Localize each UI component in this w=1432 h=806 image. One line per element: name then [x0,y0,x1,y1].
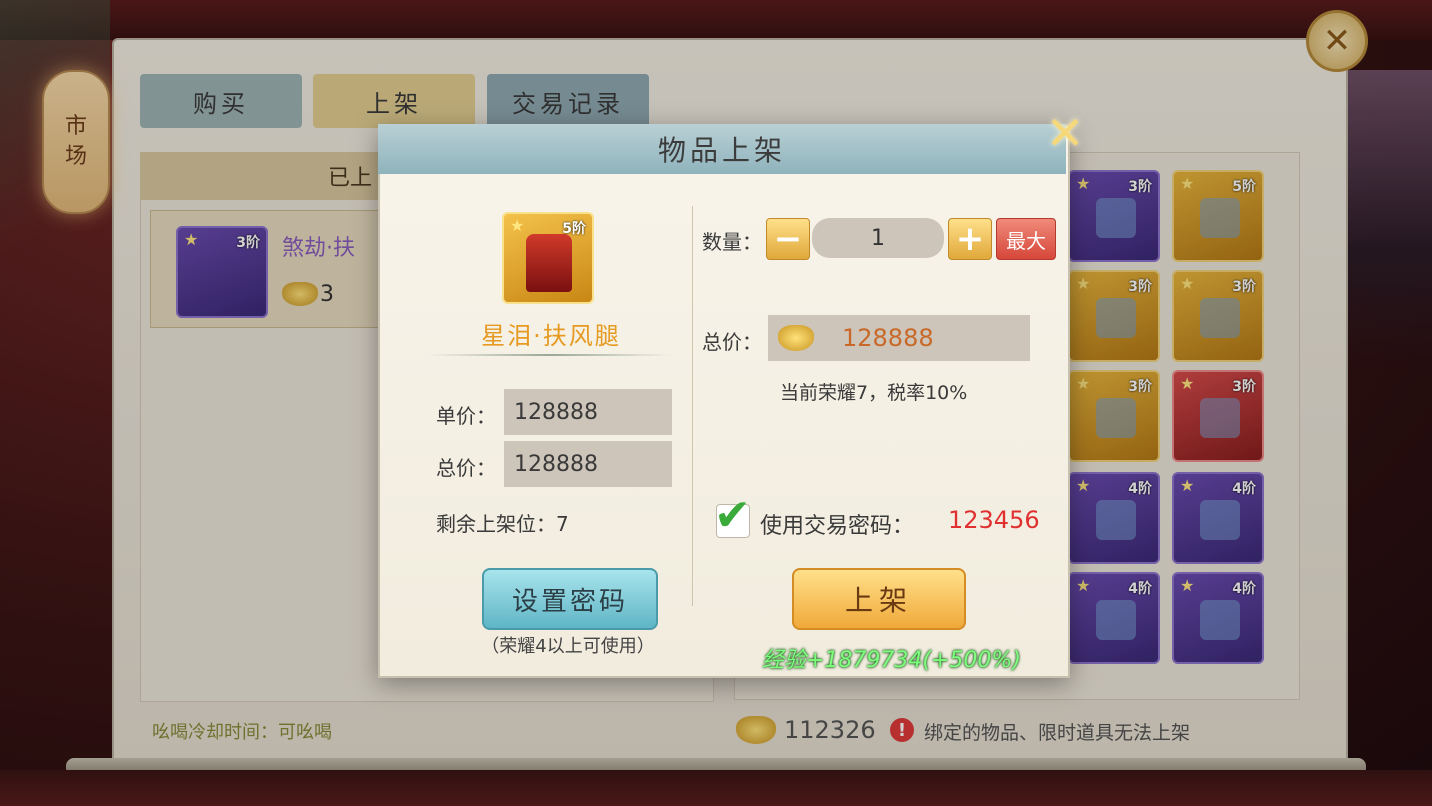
total-price-field: 128888 [504,441,672,487]
summary-total-value: 128888 [842,324,934,352]
item-icon: 5阶 ★ [502,212,594,304]
trade-password: 123456 [948,506,1040,534]
close-icon: ✕ [1045,106,1085,160]
dialog-title: 物品上架 [657,134,786,167]
unit-price-input[interactable]: 128888 [504,389,672,435]
quantity-plus-button[interactable]: + [948,218,992,260]
item-name: 星泪·扶风腿 [481,322,621,350]
dialog-divider [692,206,693,606]
set-password-note: （荣耀4以上可使用） [481,636,655,657]
checkmark-icon: ✔ [714,490,751,541]
name-divider [428,354,672,356]
dialog-close-button[interactable]: ✕ [1040,106,1090,160]
unit-price-label: 单价： [436,404,496,428]
summary-total-label: 总价： [702,330,762,354]
max-quantity-button[interactable]: 最大 [996,218,1056,260]
remaining-slots: 剩余上架位：7 [436,512,569,536]
tax-note: 当前荣耀7，税率10% [780,382,968,404]
leg-armor-icon [526,234,572,292]
quantity-label: 数量： [702,230,762,254]
quantity-minus-button[interactable]: − [766,218,810,260]
summary-total-box: 128888 [768,315,1030,361]
gold-ingot-icon [778,325,814,351]
star-icon: ★ [510,216,525,235]
set-password-button[interactable]: 设置密码 [482,568,658,630]
tier-badge: 5阶 [562,221,586,237]
list-item-button[interactable]: 上架 [792,568,966,630]
total-price-label: 总价： [436,456,496,480]
quantity-field[interactable]: 1 [812,218,944,258]
use-password-label: 使用交易密码： [760,514,915,539]
exp-gain-text: 经验+1879734(+500%) [762,648,1021,673]
